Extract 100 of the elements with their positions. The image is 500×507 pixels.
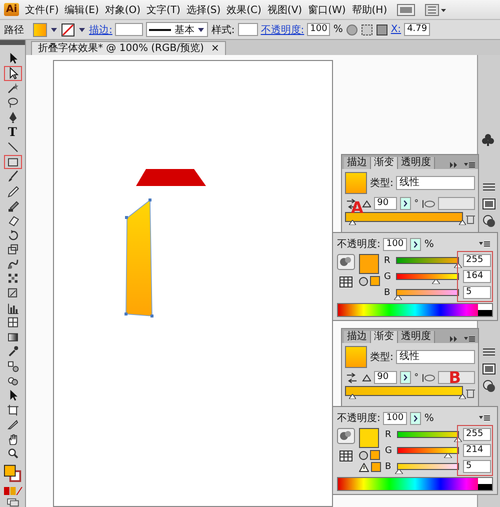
trash-icon[interactable]	[466, 388, 475, 398]
slider-thumb[interactable]	[394, 295, 402, 300]
color-spectrum[interactable]	[337, 477, 493, 491]
percent-label: %	[333, 24, 343, 35]
panel-tab[interactable]: 透明度	[398, 157, 435, 169]
screen-mode-icon[interactable]	[6, 498, 20, 507]
transform-icon[interactable]	[376, 24, 388, 36]
app-logo[interactable]: Ai	[4, 3, 20, 16]
annotation-letter: A	[351, 200, 364, 216]
bridge-icon[interactable]	[397, 4, 416, 16]
type-dropdown[interactable]: 线性	[396, 350, 475, 364]
rect-tool-icon[interactable]	[4, 154, 22, 170]
panel-tab[interactable]: 描边	[344, 331, 371, 343]
panel-tab[interactable]: 渐变	[371, 157, 398, 169]
align-icon[interactable]	[360, 24, 373, 36]
fill-swatch[interactable]	[33, 22, 47, 36]
angle-icon	[362, 374, 372, 382]
menu-item[interactable]: 对象(O)	[104, 2, 141, 16]
gamut-swatch[interactable]	[371, 462, 381, 472]
swatches-icon[interactable]	[339, 450, 353, 462]
style-dropdown[interactable]	[238, 23, 258, 36]
gradient-swatch[interactable]	[345, 346, 367, 368]
type-dropdown[interactable]: 线性	[396, 176, 475, 190]
color-swatch[interactable]	[359, 254, 379, 274]
channel-value-field[interactable]: 214	[463, 444, 491, 457]
web-safe-swatch[interactable]	[370, 276, 380, 286]
percent-label: %	[424, 412, 434, 424]
type-tool[interactable]: T	[4, 124, 22, 140]
color-mode-icon[interactable]	[2, 486, 22, 495]
panel-menu-icon[interactable]	[450, 161, 478, 169]
channel-value-field[interactable]: 5	[463, 286, 491, 299]
opacity-label: 不透明度:	[337, 412, 380, 425]
menu-item[interactable]: 文件(F)	[25, 2, 59, 16]
menu-item[interactable]: 编辑(E)	[64, 2, 99, 16]
color-stop-icon[interactable]	[459, 394, 466, 399]
channel-value-field[interactable]: 164	[463, 270, 491, 283]
opacity-field[interactable]: 100	[307, 23, 330, 36]
opacity-field[interactable]: 100	[383, 238, 408, 250]
menu-item[interactable]: 帮助(H)	[352, 2, 388, 16]
stroke-link[interactable]: 描边:	[89, 22, 112, 36]
palette-icon[interactable]	[337, 428, 355, 444]
channel-label: R	[384, 256, 392, 266]
opacity-link[interactable]: 不透明度:	[260, 22, 304, 36]
panel-tab[interactable]: 透明度	[398, 331, 435, 343]
angle-stepper[interactable]	[400, 197, 412, 210]
slider-thumb[interactable]	[395, 469, 404, 474]
menu-item[interactable]: 窗口(W)	[308, 2, 346, 16]
slider-thumb[interactable]	[454, 263, 462, 268]
menu-item[interactable]: 文字(T)	[146, 2, 180, 16]
menu-item[interactable]: 选择(S)	[186, 2, 221, 16]
trash-icon[interactable]	[466, 214, 475, 224]
menu-item[interactable]: 效果(C)	[226, 2, 262, 16]
channel-value-field[interactable]: 255	[463, 254, 491, 267]
opacity-field[interactable]: 100	[383, 412, 408, 424]
annotation-letter: B	[448, 370, 461, 386]
opacity-stepper[interactable]	[410, 238, 422, 250]
gradient-swatch[interactable]	[345, 172, 367, 194]
trapezoid-shape	[136, 169, 206, 186]
palette-icon[interactable]	[337, 254, 355, 270]
panel-tab[interactable]: 渐变	[371, 331, 398, 343]
color-spectrum[interactable]	[337, 303, 493, 317]
channel-label: B	[385, 462, 392, 472]
color-stop-icon[interactable]	[349, 220, 356, 225]
panel-menu-icon[interactable]	[450, 335, 478, 343]
degree-label: °	[414, 198, 419, 208]
web-safe-swatch[interactable]	[370, 450, 380, 460]
color-stop-icon[interactable]	[459, 220, 466, 225]
channel-label: R	[385, 430, 392, 440]
color-stop-icon[interactable]	[349, 394, 356, 399]
club-icon[interactable]	[481, 133, 495, 147]
warning-icon[interactable]	[359, 462, 369, 472]
panel-menu-icon[interactable]	[479, 414, 493, 422]
x-field[interactable]: 4.79	[404, 23, 430, 36]
channel-label: G	[385, 446, 393, 456]
opacity-stepper[interactable]	[410, 412, 422, 424]
panel-tab[interactable]: 描边	[344, 157, 371, 169]
toolbar-grip[interactable]	[0, 40, 25, 46]
angle-stepper[interactable]	[400, 371, 412, 384]
angle-field[interactable]: 90	[374, 197, 398, 210]
reverse-icon[interactable]	[345, 372, 358, 384]
selection-label: 路径	[4, 24, 24, 36]
stroke-weight-field[interactable]	[115, 23, 144, 36]
channel-value-field[interactable]: 5	[463, 460, 491, 473]
channel-value-field[interactable]: 255	[463, 428, 491, 441]
slider-thumb[interactable]	[454, 437, 462, 442]
aspect-field[interactable]	[438, 197, 475, 210]
swatches-icon[interactable]	[339, 276, 353, 288]
arrange-icon[interactable]	[425, 4, 448, 16]
panel-menu-icon[interactable]	[479, 240, 493, 248]
angle-field[interactable]: 90	[374, 371, 398, 384]
type-label: 类型:	[370, 176, 394, 190]
fill-stroke-icon[interactable]	[2, 464, 24, 484]
menu-item[interactable]: 视图(V)	[267, 2, 302, 16]
color-swatch[interactable]	[359, 428, 379, 448]
x-link[interactable]: X:	[390, 24, 402, 35]
document-tab[interactable]: 折叠字体效果* @ 100% (RGB/预览) ×	[31, 41, 226, 55]
stroke-profile-dropdown[interactable]: 基本	[146, 22, 208, 37]
aspect-field[interactable]	[438, 371, 475, 384]
no-stroke-icon[interactable]	[61, 22, 75, 36]
direct-tool-icon[interactable]	[4, 66, 22, 81]
